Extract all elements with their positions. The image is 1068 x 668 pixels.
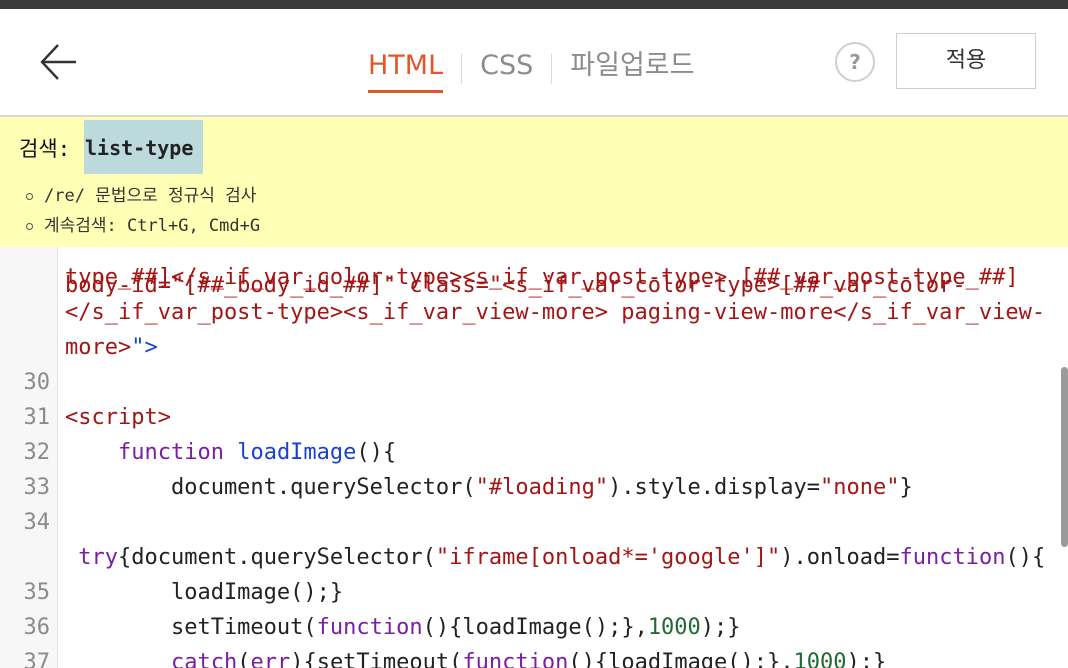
code-token: setTimeout( xyxy=(65,615,317,640)
help-icon[interactable]: ? xyxy=(835,42,875,82)
code-token: document.querySelector( xyxy=(65,475,476,500)
code-text: loadImage();} xyxy=(65,575,343,610)
tab-file-upload[interactable]: 파일업로드 xyxy=(570,47,694,91)
code-token: try xyxy=(78,545,118,570)
tab-divider xyxy=(551,54,553,84)
code-token: (){ xyxy=(356,440,397,465)
window-top-strip xyxy=(0,0,1068,9)
code-token: err xyxy=(250,650,291,668)
line-number: 37 xyxy=(23,650,51,668)
code-token: loadImage xyxy=(237,440,357,465)
apply-button[interactable]: 적용 xyxy=(896,33,1036,89)
code-token: "#loading" xyxy=(475,475,609,500)
code-line: 30 xyxy=(0,365,1068,400)
code-text: <script> xyxy=(65,400,171,435)
search-label: 검색: xyxy=(19,137,71,161)
code-text: setTimeout(function(){loadImage();},1000… xyxy=(65,610,741,645)
code-line: </s_if_var_post-type><s_if_var_view-more… xyxy=(0,295,1068,330)
code-line: more>"> xyxy=(0,330,1068,365)
code-token: "iframe[onload*='google']" xyxy=(435,545,781,570)
code-token: type_##]</s_if_var_color-type><s_if_var_… xyxy=(65,265,1019,290)
code-line: type_##]</s_if_var_color-type><s_if_var_… xyxy=(0,260,1068,295)
code-token: loadImage();} xyxy=(65,580,344,605)
line-number: 32 xyxy=(23,440,51,465)
code-token: (){loadImage();}, xyxy=(422,615,648,640)
code-token: more> xyxy=(65,335,132,360)
search-hint: /re/ 문법으로 정규식 검사 xyxy=(26,181,260,211)
line-number: 30 xyxy=(23,370,51,395)
code-token: "none" xyxy=(819,475,900,500)
editor-tabs: HTML CSS 파일업로드 xyxy=(368,47,694,93)
code-text: more>"> xyxy=(65,330,158,365)
circle-bullet-icon xyxy=(26,222,33,230)
line-number: 36 xyxy=(23,615,51,640)
code-token: ).style.display= xyxy=(608,475,820,500)
code-text: document.querySelector("#loading").style… xyxy=(65,470,913,505)
line-number: 34 xyxy=(23,510,51,535)
code-line: 35 loadImage();} xyxy=(0,575,1068,610)
code-token: function xyxy=(462,650,569,668)
code-token: ){setTimeout( xyxy=(290,650,463,668)
code-token: "> xyxy=(131,335,158,360)
code-token: </s_if_var_post-type><s_if_var_view-more… xyxy=(65,300,1046,325)
code-token: } xyxy=(899,475,913,500)
search-input[interactable]: list-type xyxy=(84,120,203,174)
search-hints: /re/ 문법으로 정규식 검사 계속검색: Ctrl+G, Cmd+G xyxy=(26,181,260,241)
line-number: 35 xyxy=(23,580,51,605)
code-token: 1000 xyxy=(647,615,701,640)
search-panel: 검색: list-type /re/ 문법으로 정규식 검사 계속검색: Ctr… xyxy=(0,117,1068,247)
code-line: 37 catch(err){setTimeout(function(){load… xyxy=(0,645,1068,668)
circle-bullet-icon xyxy=(26,192,33,200)
search-hint: 계속검색: Ctrl+G, Cmd+G xyxy=(26,211,260,241)
arrow-left-icon xyxy=(40,44,76,80)
code-token: );} xyxy=(846,650,887,668)
editor-header: HTML CSS 파일업로드 ? 적용 xyxy=(0,9,1068,117)
tab-html[interactable]: HTML xyxy=(368,47,444,93)
code-text: </s_if_var_post-type><s_if_var_view-more… xyxy=(65,295,1045,330)
code-token: (){ xyxy=(1005,545,1046,570)
hint-text: /re/ 문법으로 정규식 검사 xyxy=(44,186,257,206)
code-token: );} xyxy=(700,615,741,640)
code-token: 1000 xyxy=(793,650,847,668)
code-token: ).onload= xyxy=(780,545,900,570)
code-token: (){loadImage();}, xyxy=(568,650,794,668)
tab-divider xyxy=(461,54,463,84)
code-line: 32 function loadImage(){ xyxy=(0,435,1068,470)
code-token: <script> xyxy=(65,405,171,430)
code-line: 36 setTimeout(function(){loadImage();},1… xyxy=(0,610,1068,645)
code-text: catch(err){setTimeout(function(){loadIma… xyxy=(65,645,886,668)
code-line: try{document.querySelector("iframe[onloa… xyxy=(0,540,1068,575)
code-text: try{document.querySelector("iframe[onloa… xyxy=(65,540,1045,575)
code-token: {document.querySelector( xyxy=(118,545,436,570)
code-token: function xyxy=(117,440,224,465)
code-line: 33 document.querySelector("#loading").st… xyxy=(0,470,1068,505)
back-button[interactable] xyxy=(36,39,82,85)
line-number: 33 xyxy=(23,475,51,500)
code-token: ( xyxy=(237,650,251,668)
tab-css[interactable]: CSS xyxy=(480,47,533,91)
code-line: 34 xyxy=(0,505,1068,540)
code-token: function xyxy=(316,615,423,640)
editor-scrollbar[interactable] xyxy=(1061,367,1068,547)
code-line: 31 <script> xyxy=(0,400,1068,435)
line-number: 31 xyxy=(23,405,51,430)
code-token: catch xyxy=(170,650,238,668)
code-text: type_##]</s_if_var_color-type><s_if_var_… xyxy=(65,260,1019,295)
code-token: function xyxy=(899,545,1006,570)
hint-text: 계속검색: Ctrl+G, Cmd+G xyxy=(44,216,261,236)
code-text: function loadImage(){ xyxy=(65,435,396,470)
